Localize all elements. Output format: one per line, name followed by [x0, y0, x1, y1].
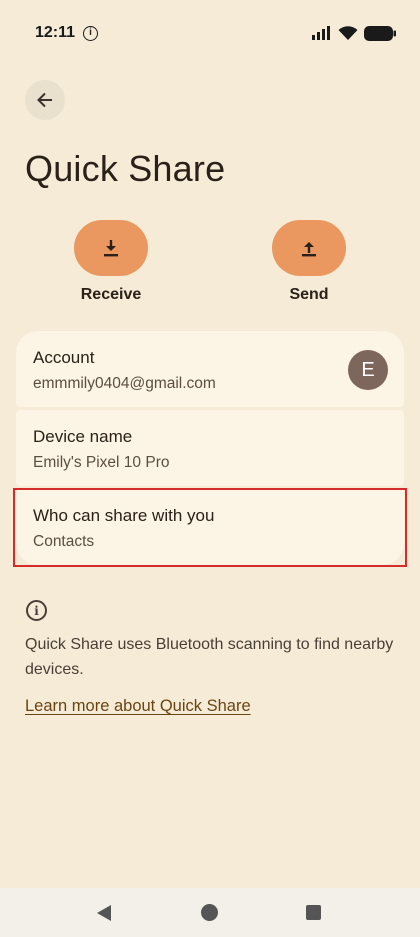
avatar[interactable]: E — [348, 350, 388, 390]
system-nav-bar — [0, 888, 420, 937]
status-bar: 12:11 i — [0, 0, 420, 66]
signal-icon — [312, 26, 330, 40]
account-setting[interactable]: Account emmmily0404@gmail.com E — [16, 331, 404, 407]
device-name-title: Device name — [33, 427, 133, 446]
status-time: 12:11 — [35, 24, 76, 41]
send-label: Send — [289, 286, 329, 303]
receive-button[interactable] — [74, 220, 148, 276]
info-icon: i — [26, 600, 47, 621]
learn-more-link[interactable]: Learn more about Quick Share — [25, 697, 251, 716]
who-can-share-setting[interactable]: Who can share with you Contacts — [16, 489, 404, 565]
bluetooth-info-text: Quick Share uses Bluetooth scanning to f… — [25, 636, 394, 678]
who-can-share-value: Contacts — [33, 533, 95, 550]
send-button[interactable] — [272, 220, 346, 276]
receive-action[interactable]: Receive — [74, 220, 148, 304]
status-info-icon: i — [83, 25, 99, 41]
status-indicators — [312, 25, 396, 41]
back-button[interactable] — [25, 80, 65, 120]
device-name-setting[interactable]: Device name Emily's Pixel 10 Pro — [16, 410, 404, 486]
battery-icon — [364, 25, 396, 41]
nav-back-icon[interactable] — [96, 904, 112, 922]
who-can-share-title: Who can share with you — [33, 506, 215, 525]
account-email: emmmily0404@gmail.com — [33, 375, 216, 392]
receive-label: Receive — [80, 286, 142, 303]
device-name-value: Emily's Pixel 10 Pro — [33, 454, 170, 471]
arrow-left-icon — [37, 92, 52, 108]
download-icon — [104, 240, 118, 257]
nav-recents-icon[interactable] — [306, 905, 321, 920]
upload-icon — [302, 242, 316, 257]
account-title: Account — [33, 348, 95, 367]
page-title: Quick Share — [25, 148, 226, 189]
wifi-icon — [338, 25, 358, 40]
nav-home-icon[interactable] — [201, 904, 218, 921]
send-action[interactable]: Send — [272, 220, 346, 304]
